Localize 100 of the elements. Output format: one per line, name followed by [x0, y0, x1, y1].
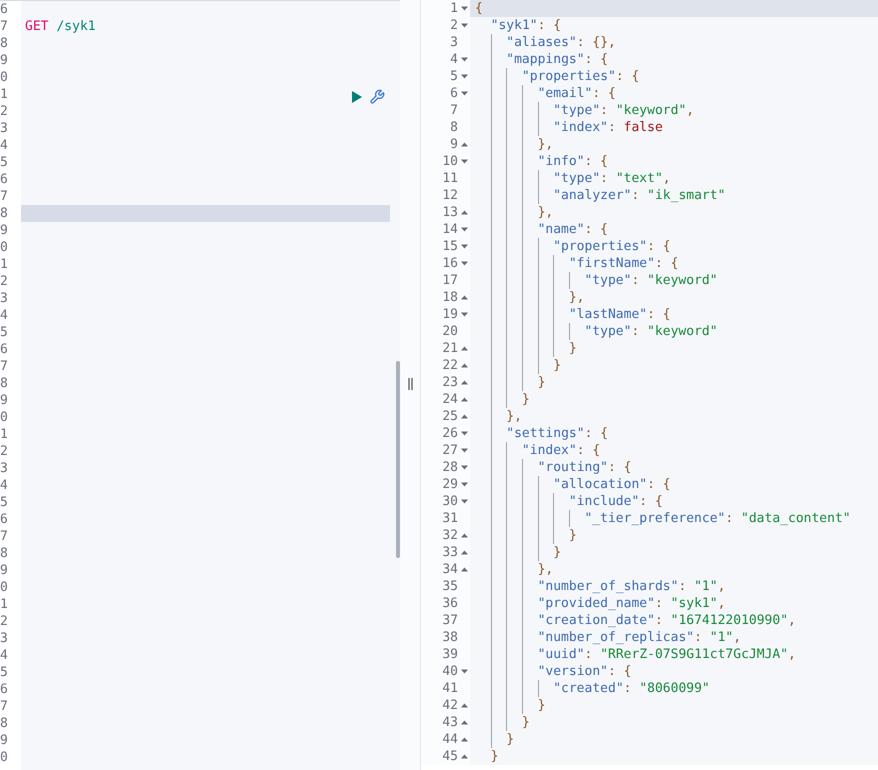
caret-up-icon[interactable]: [460, 754, 468, 759]
line-number: 3: [0, 461, 8, 476]
code-line: "type": "text",: [553, 170, 671, 187]
code-line: }: [538, 697, 546, 714]
caret-down-icon[interactable]: [460, 499, 468, 504]
code-line: "analyzer": "ik_smart": [553, 187, 726, 204]
line-number: 1: [0, 427, 8, 442]
caret-up-icon[interactable]: [460, 346, 468, 351]
line-number: 21: [442, 341, 458, 356]
line-number: 0: [0, 750, 8, 765]
caret-down-icon[interactable]: [460, 244, 468, 249]
code-line: "properties": {: [553, 238, 671, 255]
caret-up-icon[interactable]: [460, 397, 468, 402]
line-number: 0: [0, 240, 8, 255]
caret-up-icon[interactable]: [460, 142, 468, 147]
caret-down-icon[interactable]: [460, 669, 468, 674]
line-number: 31: [442, 511, 458, 526]
code-line: },: [506, 408, 522, 425]
line-number: 4: [0, 648, 8, 663]
caret-down-icon[interactable]: [460, 448, 468, 453]
code-line: }: [506, 731, 514, 748]
line-number: 5: [0, 155, 8, 170]
caret-down-icon[interactable]: [460, 431, 468, 436]
code-line: "email": {: [538, 85, 616, 102]
play-icon[interactable]: [351, 90, 363, 104]
line-number: 9: [0, 223, 8, 238]
caret-up-icon[interactable]: [460, 550, 468, 555]
code-line: "created": "8060099": [553, 680, 710, 697]
code-line: }: [553, 544, 562, 561]
caret-up-icon[interactable]: [460, 210, 468, 215]
line-number: 2: [0, 274, 8, 289]
caret-up-icon[interactable]: [460, 363, 468, 368]
caret-down-icon[interactable]: [460, 465, 468, 470]
line-number: 6: [450, 86, 458, 101]
line-number: 7: [0, 529, 8, 544]
line-number: 42: [442, 698, 458, 713]
caret-up-icon[interactable]: [460, 414, 468, 419]
caret-down-icon[interactable]: [460, 261, 468, 266]
line-number: 22: [442, 358, 458, 373]
line-number: 9: [0, 563, 8, 578]
code-line: },: [538, 136, 554, 153]
line-number: 19: [442, 307, 458, 322]
line-number: 7: [0, 359, 8, 374]
line-number: 14: [442, 222, 458, 237]
line-number: 7: [0, 189, 8, 204]
code-line: {: [475, 0, 483, 17]
caret-up-icon[interactable]: [460, 567, 468, 572]
line-number: 15: [442, 239, 458, 254]
line-number: 3: [0, 631, 8, 646]
caret-up-icon[interactable]: [460, 295, 468, 300]
code-line: "uuid": "RRerZ-07S9G11ct7GcJMJA",: [538, 646, 796, 663]
caret-down-icon[interactable]: [460, 159, 468, 164]
caret-up-icon[interactable]: [460, 720, 468, 725]
resize-handle[interactable]: [408, 378, 412, 390]
scrollbar-thumb[interactable]: [396, 361, 400, 558]
line-number: 10: [442, 154, 458, 169]
line-number: 40: [442, 664, 458, 679]
line-number: 6: [0, 2, 8, 17]
code-line: "_tier_preference": "data_content": [584, 510, 851, 527]
line-number: 29: [442, 477, 458, 492]
code-line: "name": {: [538, 221, 608, 238]
caret-up-icon[interactable]: [460, 380, 468, 385]
line-number: 44: [442, 732, 458, 747]
code-line: "index": false: [553, 119, 663, 136]
line-number: 35: [442, 579, 458, 594]
caret-down-icon[interactable]: [460, 227, 468, 232]
line-number: 11: [442, 171, 458, 186]
code-line: "mappings": {: [506, 51, 608, 68]
caret-down-icon[interactable]: [460, 482, 468, 487]
line-number: 9: [0, 393, 8, 408]
line-number: 6: [0, 682, 8, 697]
caret-down-icon[interactable]: [460, 74, 468, 79]
line-number: 33: [442, 545, 458, 560]
code-line: "aliases": {},: [506, 34, 616, 51]
code-line: },: [538, 561, 554, 578]
line-number: 6: [0, 172, 8, 187]
line-number: 6: [0, 512, 8, 527]
line-number: 2: [0, 104, 8, 119]
wrench-icon[interactable]: [369, 89, 385, 105]
code-line: }: [538, 374, 546, 391]
line-number: 23: [442, 375, 458, 390]
line-number: 1: [0, 87, 8, 102]
line-number: 4: [0, 478, 8, 493]
line-number: 7: [450, 103, 458, 118]
line-number: 8: [0, 716, 8, 731]
caret-up-icon[interactable]: [460, 533, 468, 538]
code-line: "routing": {: [538, 459, 632, 476]
caret-down-icon[interactable]: [460, 6, 468, 11]
code-line: "lastName": {: [568, 306, 671, 323]
caret-up-icon[interactable]: [460, 703, 468, 708]
caret-down-icon[interactable]: [460, 23, 468, 28]
caret-down-icon[interactable]: [460, 57, 468, 62]
code-line: }: [522, 714, 530, 731]
code-line: "info": {: [538, 153, 608, 170]
line-number: 39: [442, 647, 458, 662]
caret-down-icon[interactable]: [460, 312, 468, 317]
caret-down-icon[interactable]: [460, 91, 468, 96]
caret-up-icon[interactable]: [460, 737, 468, 742]
line-number: 6: [0, 342, 8, 357]
code-line: GET /syk1: [24, 18, 97, 35]
